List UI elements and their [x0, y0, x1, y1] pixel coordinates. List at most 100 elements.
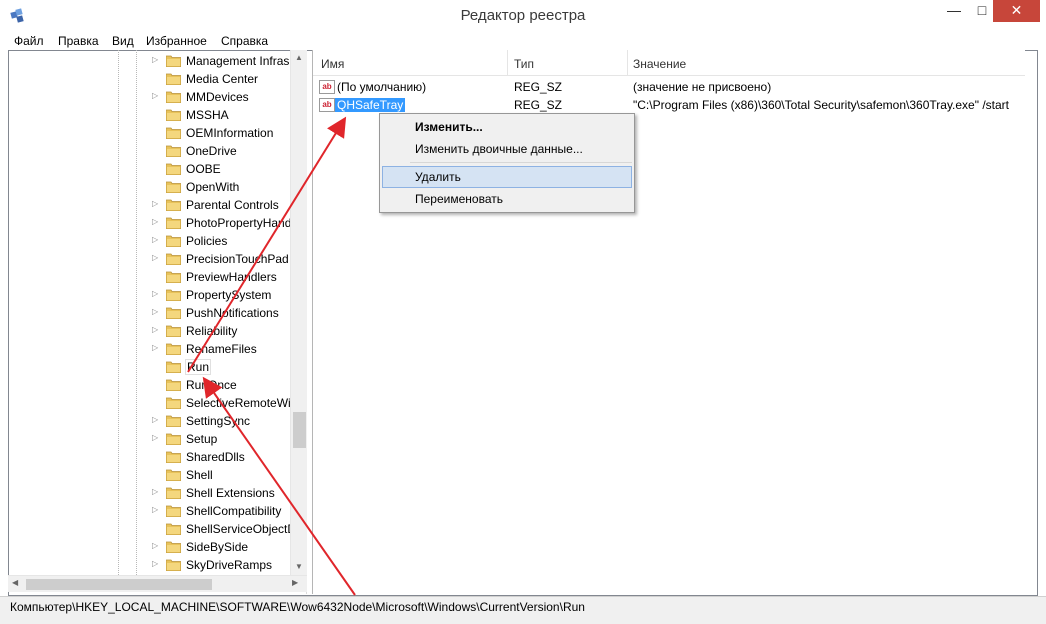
list-header: Имя Тип Значение	[313, 50, 1025, 76]
tree-item[interactable]: ▷ Management Infras	[152, 52, 292, 70]
tree-item[interactable]: RunOnce	[152, 376, 292, 394]
expand-arrow-icon[interactable]: ▷	[152, 325, 162, 334]
tree-item-label: RunOnce	[186, 378, 237, 392]
scroll-right-icon[interactable]: ▶	[292, 578, 298, 587]
folder-icon	[165, 343, 182, 356]
column-header-name[interactable]: Имя	[321, 57, 344, 71]
expand-arrow-icon[interactable]: ▷	[152, 415, 162, 424]
expand-arrow-icon[interactable]: ▷	[152, 343, 162, 352]
tree-item-label: RenameFiles	[186, 342, 257, 356]
value-row[interactable]: ab (По умолчанию) REG_SZ (значение не пр…	[313, 78, 1025, 96]
folder-icon	[165, 307, 182, 320]
expand-arrow-icon[interactable]: ▷	[152, 289, 162, 298]
tree-item-label: SideBySide	[186, 540, 249, 554]
context-item-modify[interactable]: Изменить...	[382, 116, 632, 138]
column-header-type[interactable]: Тип	[514, 57, 534, 71]
tree-guide-line	[136, 50, 137, 575]
tree-item[interactable]: OpenWith	[152, 178, 292, 196]
tree-item[interactable]: Media Center	[152, 70, 292, 88]
expand-arrow-icon[interactable]: ▷	[152, 235, 162, 244]
expand-arrow-icon[interactable]: ▷	[152, 199, 162, 208]
expand-arrow-icon[interactable]: ▷	[152, 307, 162, 316]
scroll-down-icon[interactable]: ▼	[295, 562, 303, 571]
tree-item[interactable]: ▷ Parental Controls	[152, 196, 292, 214]
folder-icon	[165, 433, 182, 446]
tree-item[interactable]: PreviewHandlers	[152, 268, 292, 286]
tree-item[interactable]: ▷ MMDevices	[152, 88, 292, 106]
tree-item[interactable]: OneDrive	[152, 142, 292, 160]
context-item-label: Изменить...	[415, 120, 483, 134]
tree-item[interactable]: SelectiveRemoteWip	[152, 394, 297, 412]
maximize-button[interactable]: □	[968, 0, 996, 22]
scroll-thumb[interactable]	[293, 412, 306, 448]
tree-item[interactable]: ▷ PhotoPropertyHand	[152, 214, 292, 232]
tree-item[interactable]: ▷ Shell Extensions	[152, 484, 292, 502]
menu-favorites[interactable]: Избранное	[146, 34, 207, 48]
tree-item[interactable]: ▷ PushNotifications	[152, 304, 292, 322]
expand-arrow-icon[interactable]: ▷	[152, 433, 162, 442]
value-row-selected[interactable]: ab QHSafeTray REG_SZ "C:\Program Files (…	[313, 96, 1025, 114]
folder-icon	[165, 541, 182, 554]
tree-item[interactable]: MSSHA	[152, 106, 292, 124]
tree-item[interactable]: ▷ Policies	[152, 232, 292, 250]
value-type: REG_SZ	[514, 98, 563, 112]
menu-separator	[410, 162, 632, 163]
expand-arrow-icon[interactable]: ▷	[152, 487, 162, 496]
column-header-value[interactable]: Значение	[633, 57, 686, 71]
close-button[interactable]: ✕	[993, 0, 1040, 22]
tree-item-label: ShellCompatibility	[186, 504, 282, 518]
column-divider[interactable]	[627, 50, 628, 76]
minimize-button[interactable]: —	[940, 0, 968, 22]
context-item-modify-binary[interactable]: Изменить двоичные данные...	[382, 138, 632, 160]
tree-item[interactable]: ▷ ShellCompatibility	[152, 502, 292, 520]
tree-vertical-scrollbar[interactable]: ▲ ▼	[290, 50, 307, 575]
tree-item[interactable]: ▷ PropertySystem	[152, 286, 292, 304]
expand-arrow-icon[interactable]: ▷	[152, 55, 162, 64]
tree-item-label: Setup	[186, 432, 218, 446]
tree-item-label: Media Center	[186, 72, 259, 86]
folder-icon	[165, 487, 182, 500]
context-item-rename[interactable]: Переименовать	[382, 188, 632, 210]
tree-item[interactable]: ShellServiceObjectD	[152, 520, 296, 538]
column-divider[interactable]	[507, 50, 508, 76]
tree-horizontal-scrollbar[interactable]: ◀ ▶	[8, 575, 307, 592]
tree-item[interactable]: ▷ RenameFiles	[152, 340, 292, 358]
folder-icon	[165, 199, 182, 212]
tree-item[interactable]: OOBE	[152, 160, 292, 178]
menu-bar: Файл Правка Вид Избранное Справка	[0, 32, 1046, 50]
folder-icon	[165, 469, 182, 482]
tree-item[interactable]: ▷ PrecisionTouchPad	[152, 250, 292, 268]
tree-item[interactable]: ▷ SettingSync	[152, 412, 292, 430]
context-item-delete[interactable]: Удалить	[382, 166, 632, 188]
tree-item[interactable]: Shell	[152, 466, 292, 484]
scroll-left-icon[interactable]: ◀	[12, 578, 18, 587]
menu-view[interactable]: Вид	[112, 34, 134, 48]
expand-arrow-icon[interactable]: ▷	[152, 505, 162, 514]
tree-item-label: ShellServiceObjectD	[186, 522, 297, 536]
expand-arrow-icon[interactable]: ▷	[152, 541, 162, 550]
context-item-label: Переименовать	[415, 192, 503, 206]
menu-help[interactable]: Справка	[221, 34, 268, 48]
scroll-up-icon[interactable]: ▲	[295, 53, 303, 62]
tree-item[interactable]: ▷ Reliability	[152, 322, 292, 340]
folder-icon	[165, 451, 182, 464]
tree-item[interactable]: OEMInformation	[152, 124, 292, 142]
scroll-thumb[interactable]	[26, 579, 212, 590]
tree-item[interactable]: Run	[152, 358, 292, 376]
tree-item-label: MSSHA	[186, 108, 229, 122]
menu-file[interactable]: Файл	[14, 34, 44, 48]
expand-arrow-icon[interactable]: ▷	[152, 559, 162, 568]
tree-item[interactable]: ▷ SkyDriveRamps	[152, 556, 292, 574]
tree-item-label: MMDevices	[186, 90, 249, 104]
expand-arrow-icon[interactable]: ▷	[152, 217, 162, 226]
tree-item[interactable]: ▷ Setup	[152, 430, 292, 448]
expand-arrow-icon[interactable]: ▷	[152, 253, 162, 262]
tree-item[interactable]: ▷ SideBySide	[152, 538, 292, 556]
expand-arrow-icon[interactable]: ▷	[152, 91, 162, 100]
folder-icon	[165, 271, 182, 284]
menu-edit[interactable]: Правка	[58, 34, 99, 48]
string-value-icon: ab	[319, 80, 335, 94]
folder-icon	[165, 145, 182, 158]
value-name: QHSafeTray	[335, 98, 406, 112]
tree-item[interactable]: SharedDlls	[152, 448, 292, 466]
